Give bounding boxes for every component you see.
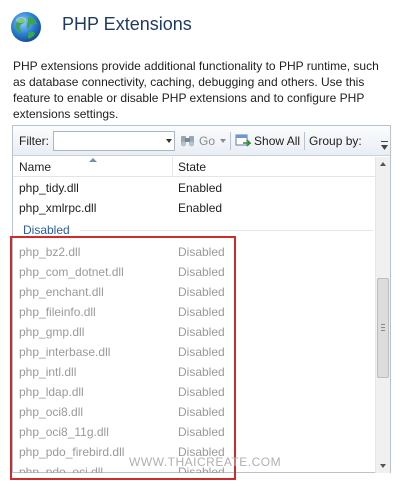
go-button[interactable]: Go (180, 133, 227, 148)
show-all-icon (235, 134, 252, 147)
column-state-label: State (178, 160, 207, 174)
globe-icon (11, 12, 41, 42)
group-divider (79, 229, 373, 231)
group-by-button[interactable]: Group by: (309, 134, 362, 148)
extension-name: php_tidy.dll (19, 181, 79, 195)
show-all-label: Show All (254, 133, 301, 148)
toolbar-separator (304, 131, 306, 150)
page-title: PHP Extensions (62, 14, 192, 34)
extension-state: Enabled (178, 201, 223, 215)
go-dropdown-icon[interactable] (220, 138, 227, 143)
watermark: WWW.THAICREATE.COM (129, 455, 282, 469)
toolbar: Filter: Go Show All Group by: (13, 126, 390, 156)
scroll-down-icon[interactable] (380, 464, 386, 468)
page-description: PHP extensions provide additional functi… (13, 59, 379, 121)
extension-state: Enabled (178, 181, 223, 195)
list-item[interactable]: php_tidy.dll Enabled (13, 178, 375, 198)
scrollbar-thumb[interactable] (377, 278, 389, 378)
filter-input[interactable] (53, 130, 175, 151)
vertical-scrollbar[interactable] (375, 157, 390, 473)
toolbar-separator (230, 131, 232, 150)
column-header: Name State (13, 157, 375, 177)
grip-icon (381, 324, 385, 332)
chevron-down-icon[interactable] (166, 138, 172, 143)
list-item[interactable]: php_xmlrpc.dll Enabled (13, 198, 375, 218)
show-all-button[interactable]: Show All (235, 134, 300, 148)
column-header-name[interactable]: Name (13, 157, 173, 176)
column-name-label: Name (19, 160, 52, 174)
extension-name: php_xmlrpc.dll (19, 201, 97, 215)
column-header-state[interactable]: State (173, 157, 206, 176)
page-header (9, 8, 43, 46)
filter-label: Filter: (19, 133, 49, 148)
toolbar-overflow-icon[interactable] (381, 141, 388, 151)
sort-ascending-icon (89, 158, 97, 162)
group-by-label: Group by: (309, 133, 362, 148)
group-header-label: Disabled (23, 223, 70, 237)
go-icon (181, 135, 194, 146)
highlight-box (10, 236, 236, 480)
scroll-up-icon[interactable] (380, 162, 386, 166)
go-label: Go (199, 133, 216, 148)
